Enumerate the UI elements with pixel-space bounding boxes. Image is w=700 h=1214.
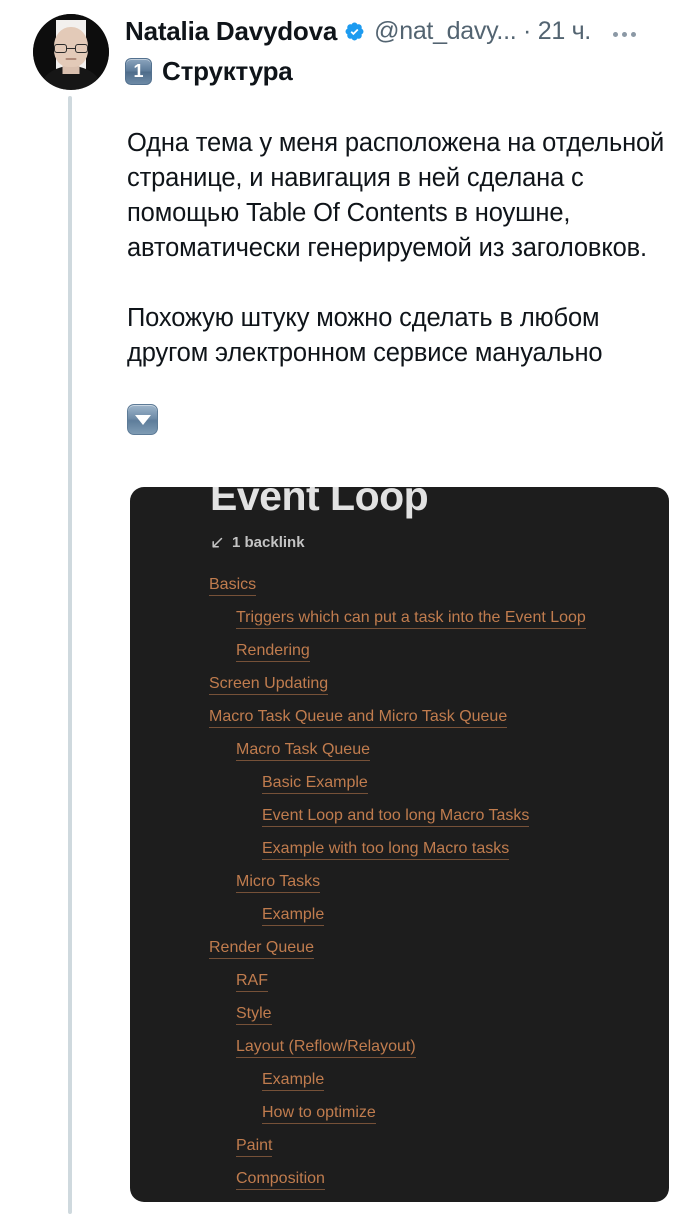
toc-link-label: Macro Task Queue and Micro Task Queue [209,708,508,728]
toc-link-label: Example [262,1071,325,1091]
toc-link-label: Style [236,1005,272,1025]
toc-link-label: Screen Updating [209,675,329,695]
glasses-icon [54,44,88,53]
author-handle-and-time[interactable]: @nat_davy... · 21 ч. [374,17,591,46]
toc-link-label: Basics [209,576,257,596]
toc-link-label: Triggers which can put a task into the E… [236,609,586,629]
toc-link-label: Composition [236,1170,325,1190]
tweet-title: Структура [162,55,293,86]
toc-link-label: Event Loop and too long Macro Tasks [262,807,530,827]
toc-link[interactable]: Composition [130,1169,669,1202]
toc-link-label: How to optimize [262,1104,376,1124]
toc-link-label: Example with too long Macro tasks [262,840,510,860]
avatar[interactable] [33,14,109,90]
tweet-timestamp: 21 ч. [537,16,592,45]
toc-link[interactable]: Macro Task Queue and Micro Task Queue [130,707,669,740]
arrow-down-left-icon [212,537,223,548]
avatar-mouth [65,58,77,60]
toc-link-label: Micro Tasks [236,873,321,893]
backlink-count-label: 1 backlink [232,534,305,551]
tweet-title-row: 1 Структура [125,54,685,88]
dot-icon [630,31,636,37]
toc-link[interactable]: Example [130,1070,669,1103]
toc-link[interactable]: How to optimize [130,1103,669,1136]
thread-connector-line [68,96,72,1214]
toc-link[interactable]: Rendering [130,641,669,674]
toc-link[interactable]: Macro Task Queue [130,740,669,773]
tweet-paragraph-2: Похожую штуку можно сделать в любом друг… [127,304,603,367]
toc-link[interactable]: Example with too long Macro tasks [130,839,669,872]
author-display-name[interactable]: Natalia Davydova [125,16,337,47]
avatar-image [33,14,109,90]
author-row: Natalia Davydova @nat_davy... · 21 ч. [125,14,685,48]
toc-link-label: Example [262,906,325,926]
backlink-row[interactable]: 1 backlink [210,534,305,551]
toc-link-label: Basic Example [262,774,368,794]
keycap-one-emoji: 1 [125,57,152,85]
table-of-contents: Basics Triggers which can put a task into… [130,575,669,1202]
notion-page-title: Event Loop [210,487,429,519]
toc-link[interactable]: Event Loop and too long Macro Tasks [130,806,669,839]
triangle-down-icon [134,414,151,425]
down-arrow-emoji [127,404,158,435]
more-options-button[interactable] [612,26,636,37]
tweet-header: Natalia Davydova @nat_davy... · 21 ч. 1 … [0,0,700,112]
dot-separator: · [523,16,532,45]
toc-link[interactable]: Screen Updating [130,674,669,707]
tweet-paragraph-1: Одна тема у меня расположена на отдельно… [127,129,665,262]
toc-link[interactable]: RAF [130,971,669,1004]
toc-link[interactable]: Micro Tasks [130,872,669,905]
toc-link[interactable]: Style [130,1004,669,1037]
toc-link[interactable]: Example [130,905,669,938]
tweet-container: Natalia Davydova @nat_davy... · 21 ч. 1 … [0,0,700,1214]
toc-link[interactable]: Basics [130,575,669,608]
toc-link[interactable]: Layout (Reflow/Relayout) [130,1037,669,1070]
toc-link-label: Macro Task Queue [236,741,370,761]
toc-link-label: RAF [236,972,268,992]
embedded-screenshot-card[interactable]: Event Loop 1 backlink Basics Triggers whi… [130,487,669,1202]
toc-link-label: Render Queue [209,939,314,959]
tweet-body: Одна тема у меня расположена на отдельно… [127,126,672,435]
toc-link[interactable]: Triggers which can put a task into the E… [130,608,669,641]
verified-badge-icon [345,22,364,40]
tweet-header-text: Natalia Davydova @nat_davy... · 21 ч. 1 … [125,14,685,88]
toc-link[interactable]: Paint [130,1136,669,1169]
dot-icon [612,31,618,37]
toc-link-label: Layout (Reflow/Relayout) [236,1038,416,1058]
toc-link-label: Rendering [236,642,310,662]
toc-link[interactable]: Render Queue [130,938,669,971]
toc-link[interactable]: Basic Example [130,773,669,806]
dot-icon [621,31,627,37]
author-handle: @nat_davy... [374,16,517,45]
toc-link-label: Paint [236,1137,273,1157]
